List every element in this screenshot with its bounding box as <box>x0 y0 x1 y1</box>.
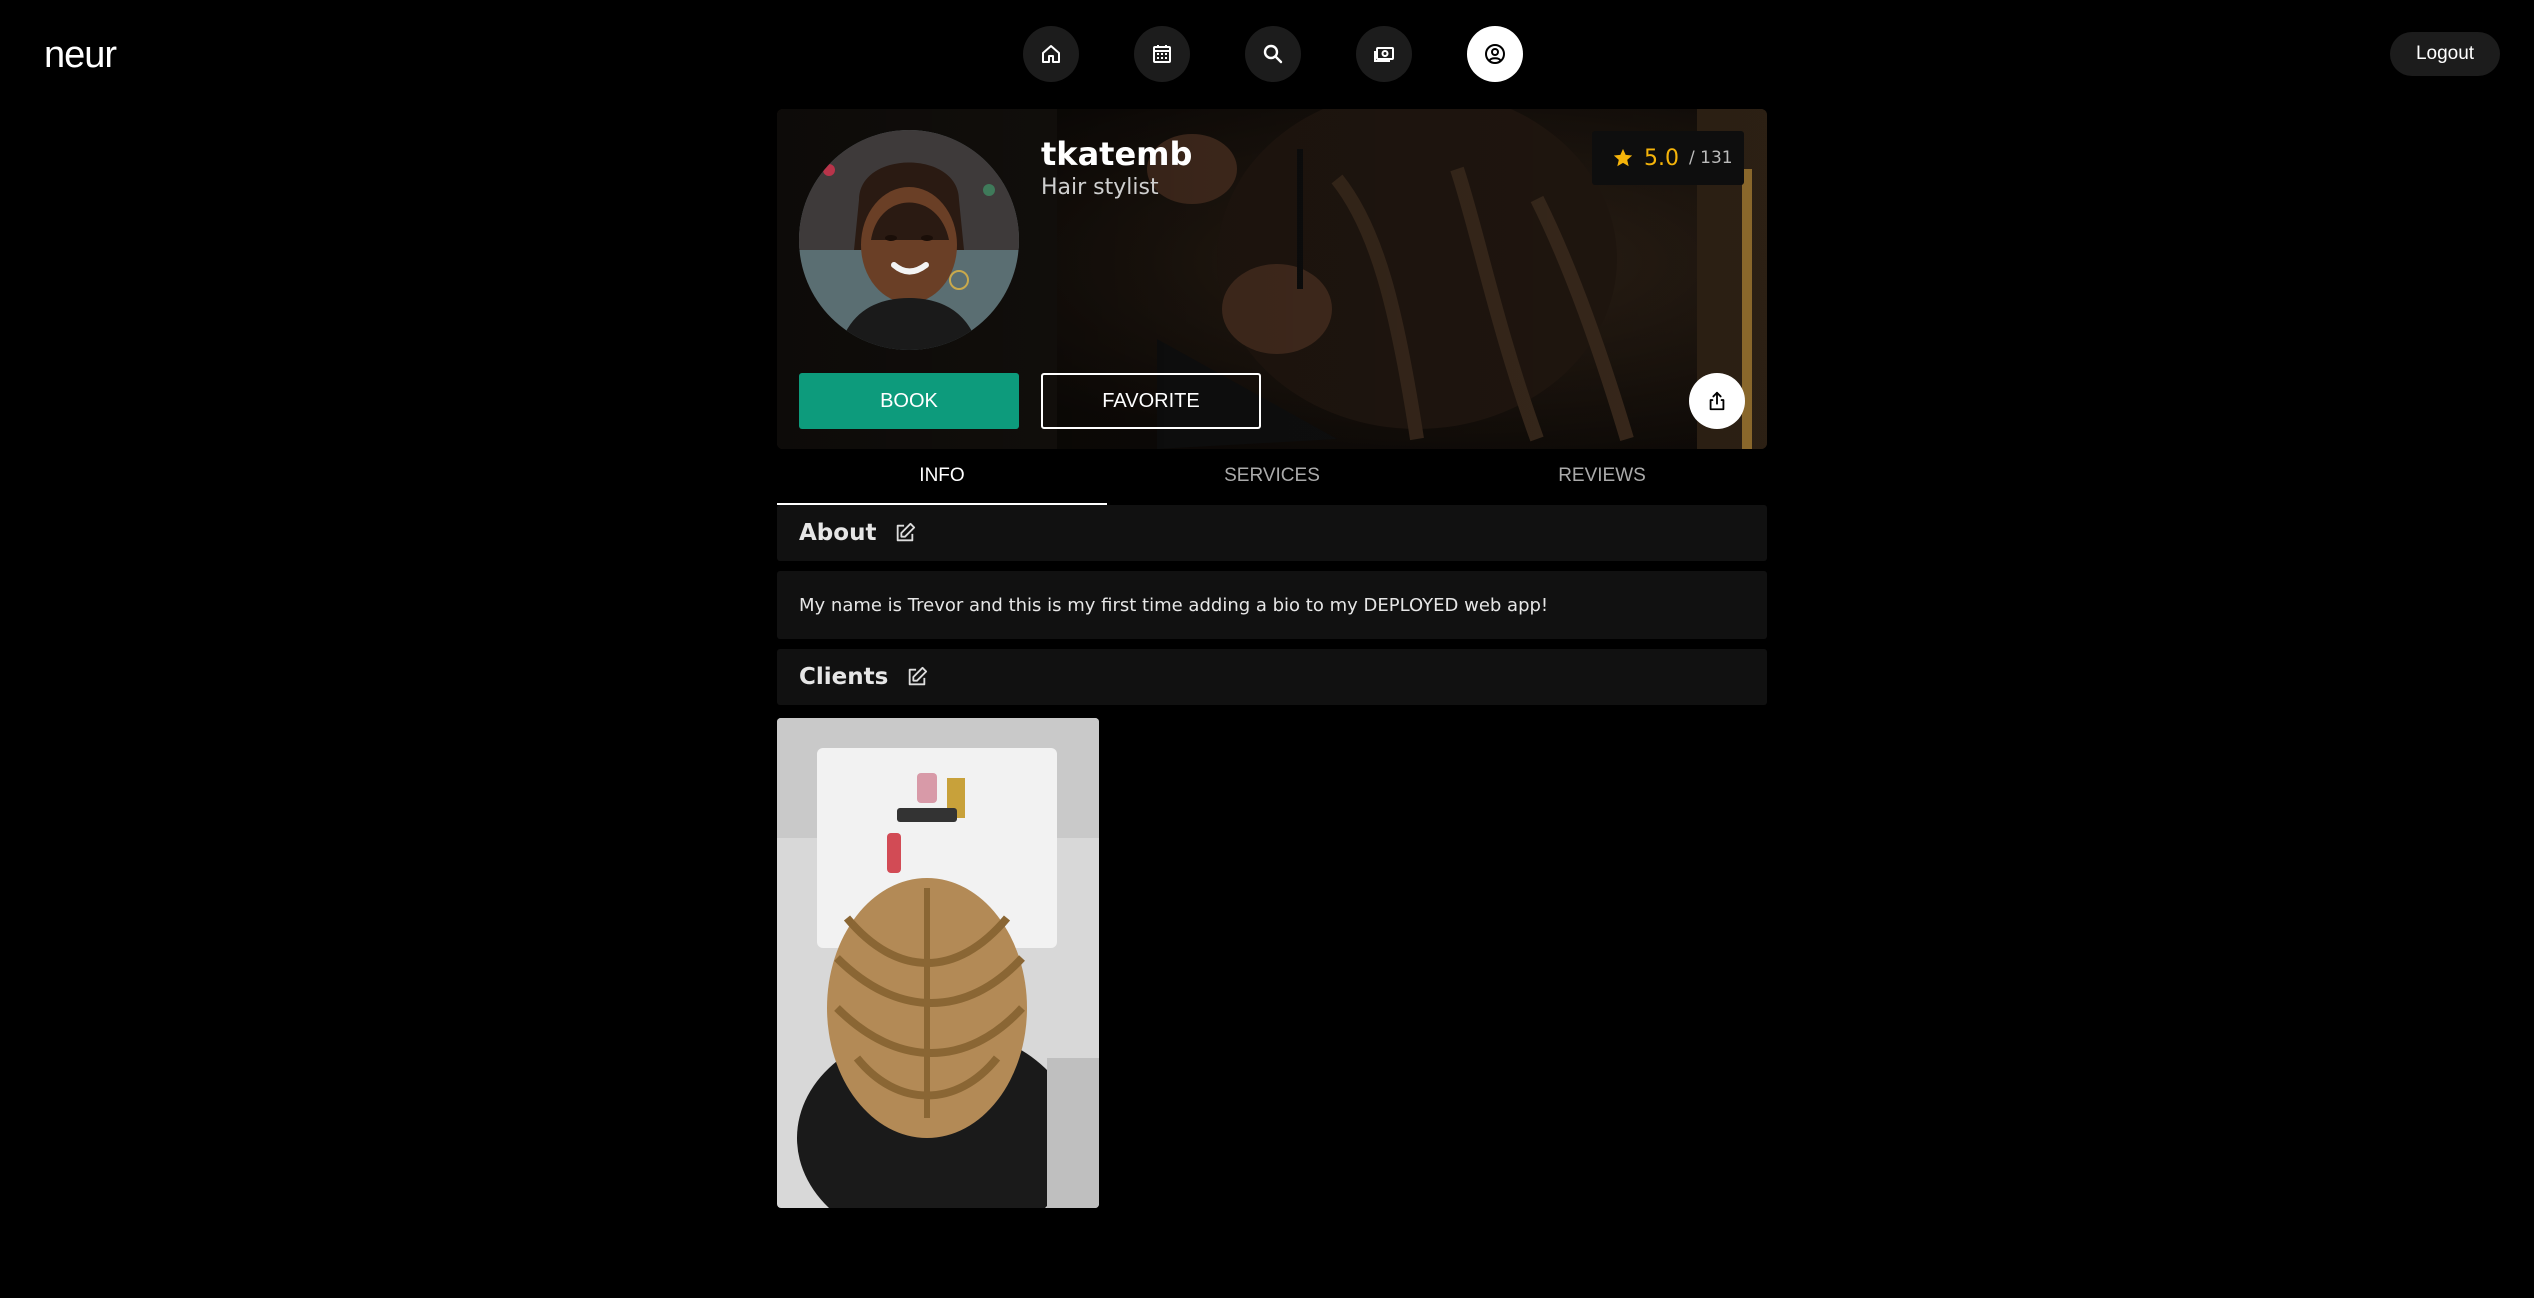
user-circle-icon <box>1485 44 1505 64</box>
book-button[interactable]: BOOK <box>799 373 1019 429</box>
rating-count: / 131 <box>1689 148 1733 168</box>
nav-search-button[interactable] <box>1245 26 1301 82</box>
avatar-photo <box>799 130 1019 350</box>
nav-home-button[interactable] <box>1023 26 1079 82</box>
client-photo-image <box>777 718 1099 1208</box>
favorite-button[interactable]: FAVORITE <box>1041 373 1261 429</box>
avatar <box>799 130 1019 350</box>
tab-info[interactable]: INFO <box>777 449 1107 505</box>
nav-profile-button[interactable] <box>1467 26 1523 82</box>
profile-username: tkatemb <box>1041 135 1193 173</box>
tab-services[interactable]: SERVICES <box>1107 449 1437 505</box>
home-icon <box>1042 45 1060 63</box>
calendar-icon <box>1153 45 1171 63</box>
tab-reviews[interactable]: REVIEWS <box>1437 449 1767 505</box>
money-icon <box>1374 47 1394 62</box>
about-header: About <box>777 505 1767 561</box>
nav-calendar-button[interactable] <box>1134 26 1190 82</box>
star-icon <box>1613 148 1633 167</box>
about-bio: My name is Trevor and this is my first t… <box>777 571 1767 639</box>
search-icon <box>1263 44 1283 64</box>
nav-payments-button[interactable] <box>1356 26 1412 82</box>
rating-score: 5.0 <box>1644 145 1679 171</box>
app-logo[interactable]: neur <box>44 34 117 77</box>
client-photo[interactable] <box>777 718 1099 1208</box>
clients-title: Clients <box>799 664 889 690</box>
profile-tabs: INFO SERVICES REVIEWS <box>777 449 1767 505</box>
share-button[interactable] <box>1689 373 1745 429</box>
edit-clients-icon[interactable] <box>906 666 928 688</box>
profile-role: Hair stylist <box>1041 175 1159 200</box>
rating-badge: 5.0 / 131 <box>1592 131 1744 185</box>
logout-button[interactable]: Logout <box>2390 32 2500 76</box>
main-nav <box>1023 26 1523 82</box>
share-icon <box>1709 391 1725 411</box>
clients-header: Clients <box>777 649 1767 705</box>
edit-about-icon[interactable] <box>894 522 916 544</box>
about-title: About <box>799 520 877 546</box>
profile-card: tkatemb Hair stylist 5.0 / 131 BOOK FAVO… <box>777 109 1767 449</box>
